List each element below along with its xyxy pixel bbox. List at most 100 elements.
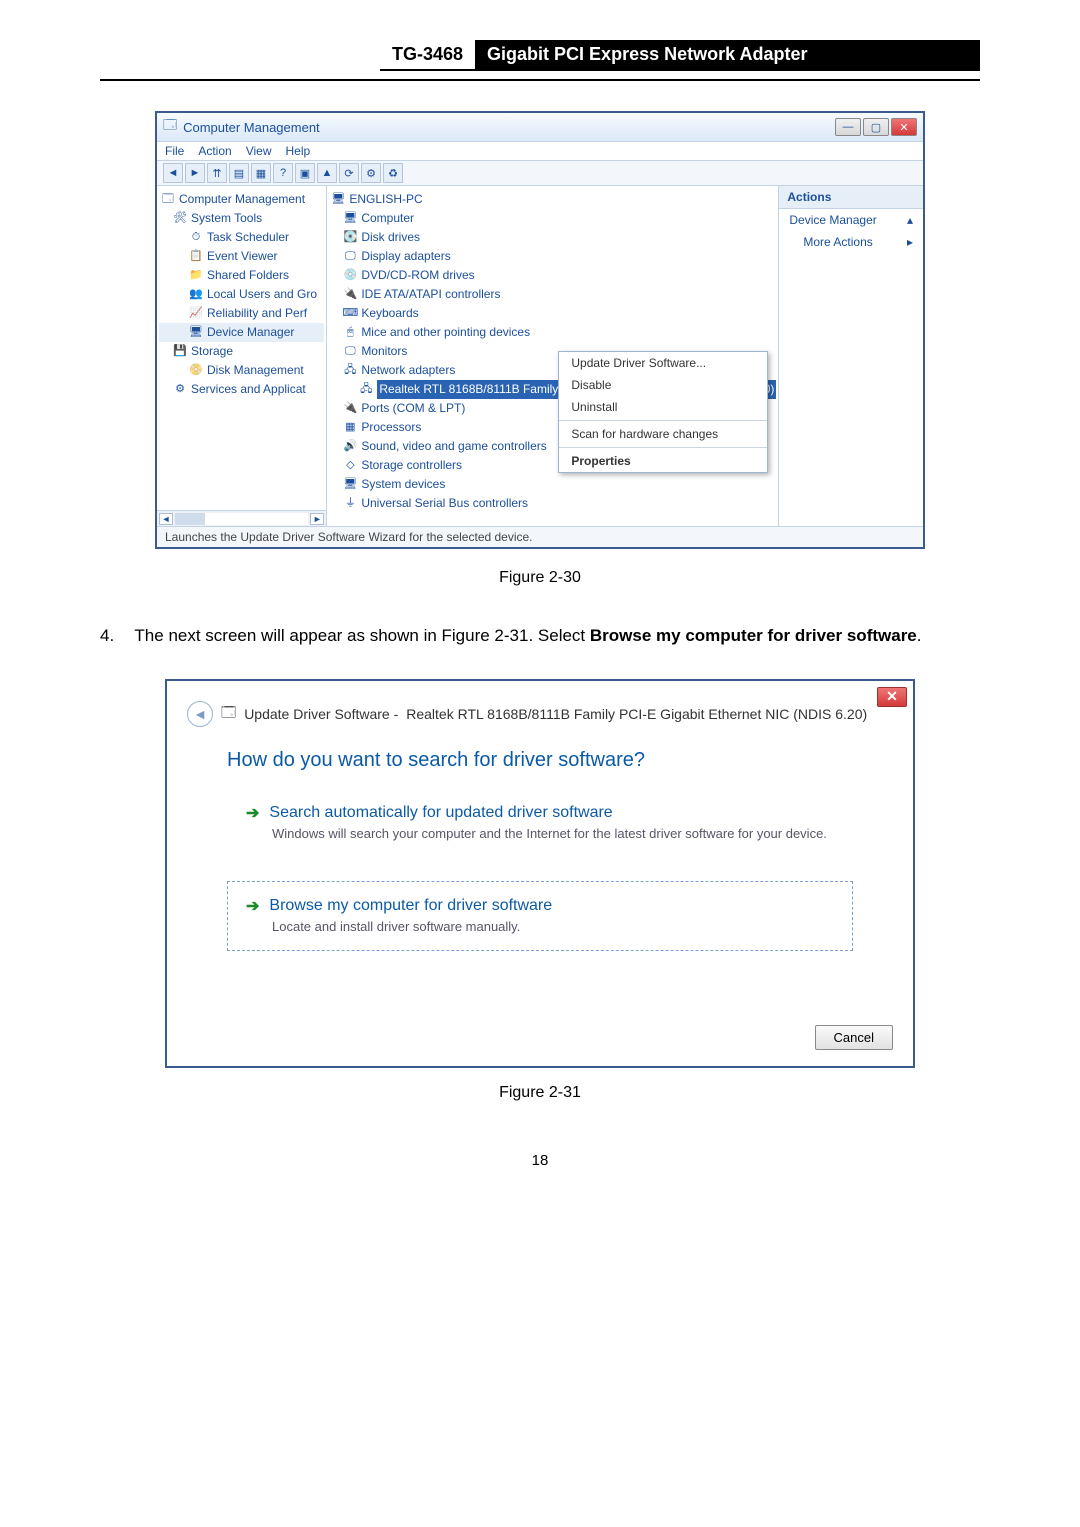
screenshot-computer-management: 🗔 Computer Management — ▢ ✕ File Action … xyxy=(155,111,925,549)
dev-dvd-label: DVD/CD-ROM drives xyxy=(361,266,474,285)
menu-file[interactable]: File xyxy=(165,144,184,158)
wizard-footer: Cancel xyxy=(167,1015,913,1066)
dev-computer[interactable]: 🖥Computer xyxy=(329,209,776,228)
dev-keyboards[interactable]: ⌨Keyboards xyxy=(329,304,776,323)
minimize-button[interactable]: — xyxy=(835,118,861,136)
scroll-left-icon[interactable]: ◄ xyxy=(159,513,173,525)
dev-ide[interactable]: 🔌IDE ATA/ATAPI controllers xyxy=(329,285,776,304)
toolbar-help-icon[interactable]: ? xyxy=(273,163,293,183)
cancel-button[interactable]: Cancel xyxy=(815,1025,893,1050)
menu-action[interactable]: Action xyxy=(198,144,231,158)
cm-title-text: Computer Management xyxy=(183,120,320,135)
ctx-update[interactable]: Update Driver Software... xyxy=(559,352,767,374)
tree-reliability[interactable]: 📈Reliability and Perf xyxy=(159,304,324,323)
dev-dvd[interactable]: 💿DVD/CD-ROM drives xyxy=(329,266,776,285)
option-browse-title: ➔ Browse my computer for driver software xyxy=(246,896,834,916)
dev-sysdev[interactable]: 🖥System devices xyxy=(329,475,776,494)
tree-localusr-label: Local Users and Gro xyxy=(207,285,317,304)
doc-title: Gigabit PCI Express Network Adapter xyxy=(475,40,980,69)
dev-sound-label: Sound, video and game controllers xyxy=(361,437,546,456)
tree-root[interactable]: 🗔Computer Management xyxy=(159,190,324,209)
tree-storage[interactable]: 💾Storage xyxy=(159,342,324,361)
sysdev-icon: 🖥 xyxy=(343,478,357,492)
tree-event[interactable]: 📋Event Viewer xyxy=(159,247,324,266)
ctx-scan[interactable]: Scan for hardware changes xyxy=(559,423,767,445)
left-scrollbar[interactable]: ◄ ► xyxy=(157,510,326,526)
dev-display[interactable]: 🖵Display adapters xyxy=(329,247,776,266)
wizard-options: ➔ Search automatically for updated drive… xyxy=(167,788,913,1015)
toolbar-extra2-icon[interactable]: ♻ xyxy=(383,163,403,183)
mouse-icon: 🖱 xyxy=(343,326,357,340)
folder-icon: 📁 xyxy=(189,269,203,283)
dev-display-label: Display adapters xyxy=(361,247,450,266)
doc-header: TG-3468 Gigabit PCI Express Network Adap… xyxy=(380,40,980,71)
tree-localusr[interactable]: 👥 Local Users and Gro xyxy=(159,285,324,304)
option-search-auto[interactable]: ➔ Search automatically for updated drive… xyxy=(227,788,853,858)
actions-more[interactable]: More Actions ▸ xyxy=(779,231,923,253)
port-icon: 🔌 xyxy=(343,402,357,416)
instruction-step-4: 4. The next screen will appear as shown … xyxy=(100,621,980,651)
dev-mice[interactable]: 🖱Mice and other pointing devices xyxy=(329,323,776,342)
toolbar-list-icon[interactable]: ▤ xyxy=(229,163,249,183)
tree-shared-label: Shared Folders xyxy=(207,266,289,285)
dev-pc[interactable]: 🖥ENGLISH-PC xyxy=(329,190,776,209)
wizard-close-button[interactable]: ✕ xyxy=(877,687,907,707)
dev-usb[interactable]: ⏚Universal Serial Bus controllers xyxy=(329,494,776,513)
step-number: 4. xyxy=(100,621,130,651)
pc-icon: 🖥 xyxy=(331,193,345,207)
scroll-thumb[interactable] xyxy=(175,513,205,525)
storagectl-icon: ◇ xyxy=(343,459,357,473)
ctx-sep2 xyxy=(559,447,767,448)
tree-task[interactable]: ⏱Task Scheduler xyxy=(159,228,324,247)
tree-devmgr[interactable]: 🖥 Device Manager xyxy=(159,323,324,342)
services-icon: ⚙ xyxy=(173,383,187,397)
monitor-icon: 🖵 xyxy=(343,345,357,359)
storage-icon: 💾 xyxy=(173,345,187,359)
actions-devmgr[interactable]: Device Manager ▴ xyxy=(779,209,923,231)
tree-services[interactable]: ⚙Services and Applicat xyxy=(159,380,324,399)
arrow-right-icon: ➔ xyxy=(246,803,259,823)
dev-storagectl-label: Storage controllers xyxy=(361,456,462,475)
close-button[interactable]: ✕ xyxy=(891,118,917,136)
cm-window: 🗔 Computer Management — ▢ ✕ File Action … xyxy=(155,111,925,549)
maximize-button[interactable]: ▢ xyxy=(863,118,889,136)
menu-view[interactable]: View xyxy=(246,144,272,158)
header-rule xyxy=(100,79,980,81)
tree-task-label: Task Scheduler xyxy=(207,228,289,247)
dev-disk[interactable]: 💽Disk drives xyxy=(329,228,776,247)
ctx-disable[interactable]: Disable xyxy=(559,374,767,396)
doc-model: TG-3468 xyxy=(380,40,475,69)
wizard-question: How do you want to search for driver sof… xyxy=(167,735,913,788)
cm-toolbar: ◄ ► ⇈ ▤ ▦ ? ▣ ▲ ⟳ ⚙ ♻ xyxy=(157,161,923,186)
ctx-properties[interactable]: Properties xyxy=(559,450,767,472)
cm-middle-pane: 🖥ENGLISH-PC 🖥Computer 💽Disk drives 🖵Disp… xyxy=(327,186,778,526)
toolbar-extra1-icon[interactable]: ⚙ xyxy=(361,163,381,183)
tree-systools[interactable]: 🛠System Tools xyxy=(159,209,324,228)
tree-root-label: Computer Management xyxy=(179,190,305,209)
toolbar-back-icon[interactable]: ◄ xyxy=(163,163,183,183)
cm-menubar: File Action View Help xyxy=(157,142,923,161)
users-icon: 👥 xyxy=(189,288,203,302)
cm-title: 🗔 Computer Management xyxy=(163,116,320,138)
wizard-back-button[interactable]: ◄ xyxy=(187,701,213,727)
menu-help[interactable]: Help xyxy=(286,144,311,158)
tree-shared[interactable]: 📁 Shared Folders xyxy=(159,266,324,285)
option-browse-computer[interactable]: ➔ Browse my computer for driver software… xyxy=(227,881,853,951)
actions-devmgr-label: Device Manager xyxy=(789,213,876,227)
tree-devmgr-label: Device Manager xyxy=(207,323,294,342)
context-menu: Update Driver Software... Disable Uninst… xyxy=(558,351,768,473)
cm-right-pane: Actions Device Manager ▴ More Actions ▸ xyxy=(778,186,923,526)
ctx-uninstall[interactable]: Uninstall xyxy=(559,396,767,418)
scroll-track[interactable] xyxy=(175,513,308,525)
toolbar-up-icon[interactable]: ⇈ xyxy=(207,163,227,183)
cm-left-pane: 🗔Computer Management 🛠System Tools ⏱Task… xyxy=(157,186,327,526)
toolbar-scan-icon[interactable]: ▲ xyxy=(317,163,337,183)
scroll-right-icon[interactable]: ► xyxy=(310,513,324,525)
toolbar-refresh-icon[interactable]: ⟳ xyxy=(339,163,359,183)
tree-diskmgmt[interactable]: 📀Disk Management xyxy=(159,361,324,380)
step-text-a: The next screen will appear as shown in … xyxy=(134,626,589,645)
toolbar-prop-icon[interactable]: ▣ xyxy=(295,163,315,183)
device-icon: 🖥 xyxy=(189,326,203,340)
toolbar-forward-icon[interactable]: ► xyxy=(185,163,205,183)
toolbar-detail-icon[interactable]: ▦ xyxy=(251,163,271,183)
